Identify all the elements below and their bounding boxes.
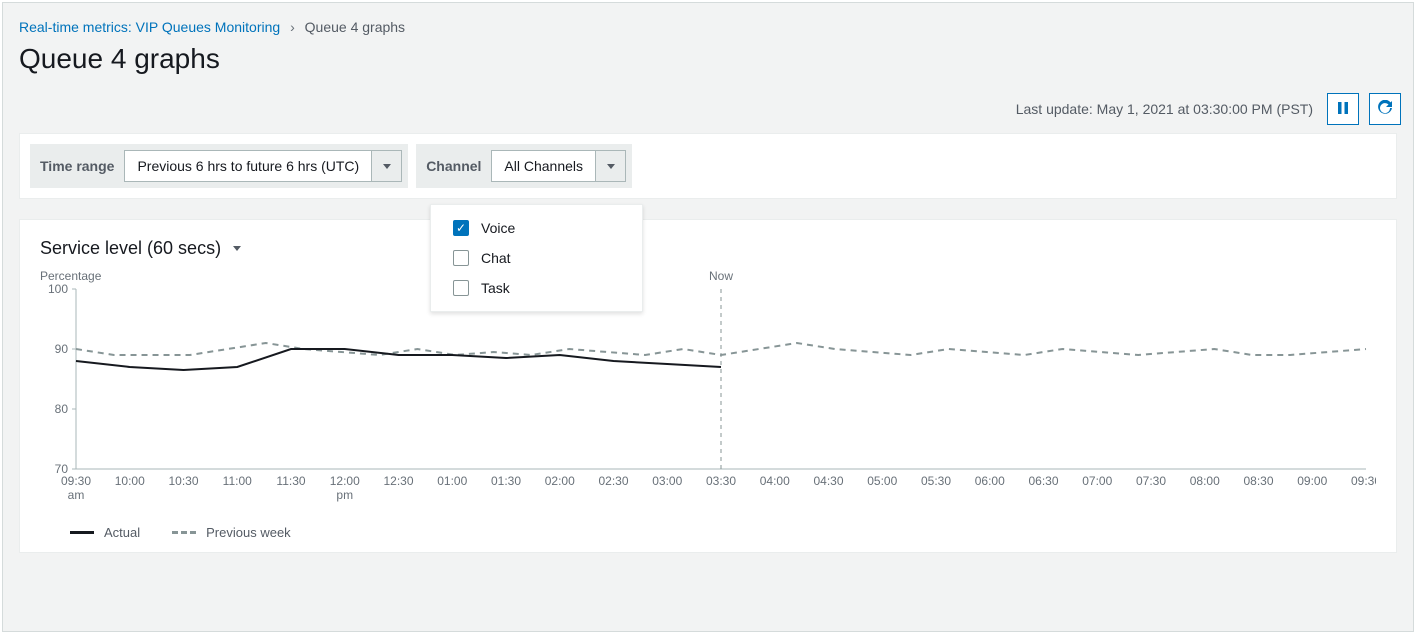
channel-option-voice[interactable]: ✓ Voice bbox=[431, 213, 642, 243]
refresh-icon bbox=[1377, 100, 1393, 119]
svg-text:10:00: 10:00 bbox=[115, 474, 145, 488]
page-frame: Real-time metrics: VIP Queues Monitoring… bbox=[2, 2, 1414, 632]
y-axis-label: Percentage bbox=[40, 269, 101, 283]
time-range-value: Previous 6 hrs to future 6 hrs (UTC) bbox=[125, 158, 371, 174]
svg-text:03:30: 03:30 bbox=[706, 474, 736, 488]
chevron-down-icon bbox=[233, 246, 241, 251]
svg-text:08:30: 08:30 bbox=[1243, 474, 1273, 488]
filters-bar: Time range Previous 6 hrs to future 6 hr… bbox=[19, 133, 1397, 199]
svg-text:100: 100 bbox=[48, 282, 68, 296]
breadcrumb-parent-link[interactable]: Real-time metrics: VIP Queues Monitoring bbox=[19, 19, 280, 35]
svg-text:pm: pm bbox=[336, 488, 353, 502]
svg-text:01:30: 01:30 bbox=[491, 474, 521, 488]
svg-text:07:00: 07:00 bbox=[1082, 474, 1112, 488]
svg-text:11:00: 11:00 bbox=[223, 474, 252, 488]
chart-title: Service level (60 secs) bbox=[40, 238, 221, 259]
legend-previous-week: Previous week bbox=[172, 525, 291, 540]
chevron-down-icon bbox=[595, 151, 625, 181]
svg-text:90: 90 bbox=[55, 342, 69, 356]
checkbox-icon bbox=[453, 280, 469, 296]
chart-panel: Service level (60 secs) Percentage Now 7… bbox=[19, 219, 1397, 553]
channel-option-label: Chat bbox=[481, 250, 511, 266]
chart-area: Percentage Now 70809010009:30am10:0010:3… bbox=[40, 271, 1376, 511]
chart-legend: Actual Previous week bbox=[40, 525, 1376, 540]
svg-text:80: 80 bbox=[55, 402, 69, 416]
channel-option-chat[interactable]: Chat bbox=[431, 243, 642, 273]
svg-text:am: am bbox=[68, 488, 85, 502]
svg-text:05:30: 05:30 bbox=[921, 474, 951, 488]
channel-dropdown: ✓ Voice Chat Task bbox=[430, 204, 643, 312]
legend-label: Previous week bbox=[206, 525, 291, 540]
channel-filter: Channel All Channels bbox=[416, 144, 632, 188]
legend-label: Actual bbox=[104, 525, 140, 540]
svg-text:02:00: 02:00 bbox=[545, 474, 575, 488]
svg-text:09:00: 09:00 bbox=[1297, 474, 1327, 488]
refresh-button[interactable] bbox=[1369, 93, 1401, 125]
pause-button[interactable] bbox=[1327, 93, 1359, 125]
svg-text:02:30: 02:30 bbox=[598, 474, 628, 488]
svg-text:06:30: 06:30 bbox=[1028, 474, 1058, 488]
svg-text:09:30: 09:30 bbox=[61, 474, 91, 488]
breadcrumb-current: Queue 4 graphs bbox=[305, 19, 405, 35]
svg-text:10:30: 10:30 bbox=[168, 474, 198, 488]
chevron-right-icon: › bbox=[290, 19, 295, 35]
svg-text:12:30: 12:30 bbox=[383, 474, 413, 488]
svg-text:04:30: 04:30 bbox=[813, 474, 843, 488]
svg-text:12:00: 12:00 bbox=[330, 474, 360, 488]
channel-value: All Channels bbox=[492, 158, 595, 174]
svg-text:07:30: 07:30 bbox=[1136, 474, 1166, 488]
time-range-label: Time range bbox=[36, 152, 118, 180]
svg-text:03:00: 03:00 bbox=[652, 474, 682, 488]
svg-text:11:30: 11:30 bbox=[276, 474, 305, 488]
svg-text:04:00: 04:00 bbox=[760, 474, 790, 488]
breadcrumb: Real-time metrics: VIP Queues Monitoring… bbox=[3, 3, 1413, 39]
checkbox-icon bbox=[453, 250, 469, 266]
svg-text:05:00: 05:00 bbox=[867, 474, 897, 488]
channel-label: Channel bbox=[422, 152, 485, 180]
pause-icon bbox=[1336, 101, 1350, 118]
time-range-select[interactable]: Previous 6 hrs to future 6 hrs (UTC) bbox=[124, 150, 402, 182]
legend-swatch-dashed bbox=[172, 531, 196, 534]
status-row: Last update: May 1, 2021 at 03:30:00 PM … bbox=[3, 93, 1413, 133]
channel-option-label: Voice bbox=[481, 220, 515, 236]
legend-actual: Actual bbox=[70, 525, 140, 540]
channel-option-task[interactable]: Task bbox=[431, 273, 642, 303]
legend-swatch-solid bbox=[70, 531, 94, 534]
svg-text:08:00: 08:00 bbox=[1190, 474, 1220, 488]
line-chart: 70809010009:30am10:0010:3011:0011:3012:0… bbox=[40, 271, 1376, 511]
channel-option-label: Task bbox=[481, 280, 510, 296]
chart-title-row[interactable]: Service level (60 secs) bbox=[40, 238, 1376, 259]
checkbox-checked-icon: ✓ bbox=[453, 220, 469, 236]
svg-text:09:30: 09:30 bbox=[1351, 474, 1376, 488]
time-range-filter: Time range Previous 6 hrs to future 6 hr… bbox=[30, 144, 408, 188]
page-title: Queue 4 graphs bbox=[19, 43, 1397, 75]
chevron-down-icon bbox=[371, 151, 401, 181]
svg-text:06:00: 06:00 bbox=[975, 474, 1005, 488]
now-marker-label: Now bbox=[709, 269, 733, 283]
last-update-text: Last update: May 1, 2021 at 03:30:00 PM … bbox=[1016, 101, 1313, 117]
svg-text:01:00: 01:00 bbox=[437, 474, 467, 488]
channel-select[interactable]: All Channels bbox=[491, 150, 626, 182]
